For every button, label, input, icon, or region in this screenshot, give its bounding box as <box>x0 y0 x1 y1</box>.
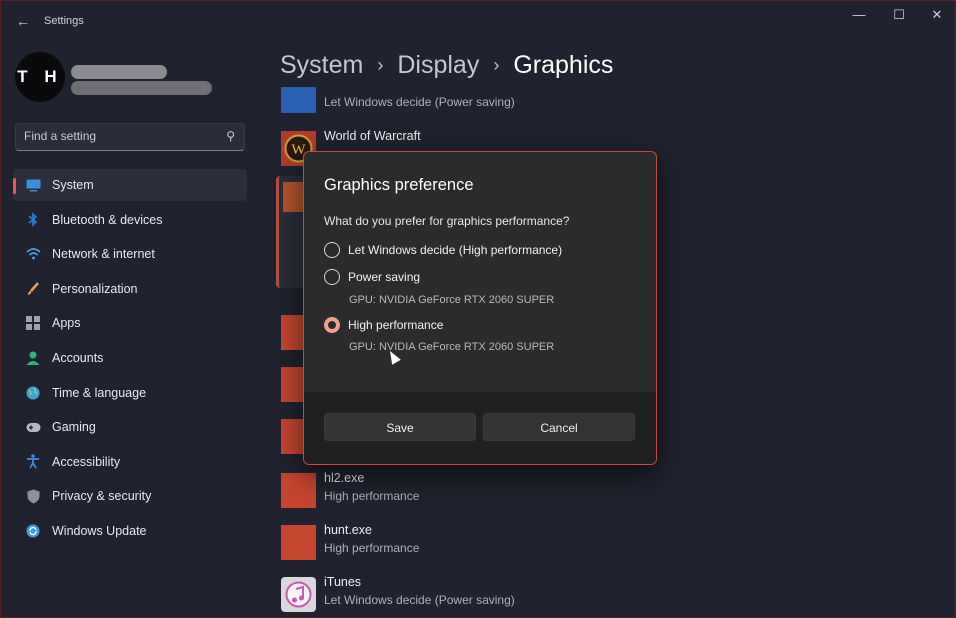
breadcrumb-chevron-icon: › <box>377 55 384 75</box>
sidebar-item-label: Time & language <box>52 385 147 400</box>
gpu-note: GPU: NVIDIA GeForce RTX 2060 SUPER <box>349 294 555 306</box>
list-item[interactable]: Let Windows decide (Power saving) <box>281 85 881 125</box>
sidebar-item-network[interactable]: Network & internet <box>13 238 247 270</box>
breadcrumb-chevron-icon: › <box>493 55 500 75</box>
dialog-question: What do you prefer for graphics performa… <box>324 214 570 228</box>
sidebar-item-label: Apps <box>52 316 81 331</box>
accessibility-icon <box>25 454 41 470</box>
sidebar-item-label: Network & internet <box>52 247 155 262</box>
sidebar-item-label: Bluetooth & devices <box>52 212 163 227</box>
sidebar-nav: System Bluetooth & devices Network & int… <box>13 169 247 550</box>
sidebar-item-gaming[interactable]: Gaming <box>13 411 247 443</box>
sync-icon <box>25 523 41 539</box>
app-preference: Let Windows decide (Power saving) <box>324 95 515 109</box>
app-tile-icon <box>281 87 316 113</box>
list-item[interactable]: hunt.exe High performance <box>281 523 881 563</box>
apps-grid-icon <box>25 315 41 331</box>
list-item[interactable]: iTunes Let Windows decide (Power saving) <box>281 575 881 615</box>
sidebar-item-system[interactable]: System <box>13 169 247 201</box>
sidebar-item-label: Gaming <box>52 420 96 435</box>
sidebar-item-bluetooth[interactable]: Bluetooth & devices <box>13 204 247 236</box>
radio-button-selected[interactable] <box>324 317 340 333</box>
sidebar-item-label: Personalization <box>52 281 138 296</box>
app-preference: Let Windows decide (Power saving) <box>324 593 515 607</box>
settings-window: ← Settings — ☐ ✕ T H ⚲ System Bluetooth … <box>0 0 956 618</box>
sidebar-item-label: Accessibility <box>52 454 121 469</box>
option-label: High performance <box>348 318 444 332</box>
app-preference: High performance <box>324 489 420 503</box>
app-preference: High performance <box>324 541 420 555</box>
option-let-windows-decide[interactable]: Let Windows decide (High performance) <box>324 240 562 260</box>
app-tile-icon <box>281 473 316 508</box>
back-arrow-icon[interactable]: ← <box>13 11 33 31</box>
sidebar-item-personalization[interactable]: Personalization <box>13 273 247 305</box>
option-high-performance[interactable]: High performance <box>324 315 443 335</box>
dialog-footer: Save Cancel <box>304 392 656 464</box>
monitor-icon <box>25 177 41 193</box>
gpu-note: GPU: NVIDIA GeForce RTX 2060 SUPER <box>349 341 555 353</box>
brush-icon <box>25 281 41 297</box>
soldier-game-icon <box>283 182 305 212</box>
maximize-button[interactable]: ☐ <box>879 5 919 25</box>
app-tile-icon <box>281 525 316 560</box>
sidebar-item-windows-update[interactable]: Windows Update <box>13 515 247 547</box>
cancel-button[interactable]: Cancel <box>483 413 635 441</box>
sidebar-item-label: Privacy & security <box>52 489 152 504</box>
dialog-title: Graphics preference <box>324 176 474 194</box>
save-button[interactable]: Save <box>324 413 476 441</box>
breadcrumb-graphics: Graphics <box>513 51 614 79</box>
gamepad-icon <box>25 419 41 435</box>
blurred-user-name <box>71 65 167 79</box>
app-name: iTunes <box>324 575 362 589</box>
app-title: Settings <box>44 15 84 27</box>
close-button[interactable]: ✕ <box>917 5 956 25</box>
sidebar-item-label: System <box>52 178 94 192</box>
radio-button[interactable] <box>324 242 340 258</box>
search-box[interactable]: ⚲ <box>15 123 245 151</box>
sidebar-item-label: Windows Update <box>52 523 147 538</box>
person-icon <box>25 350 41 366</box>
search-icon[interactable]: ⚲ <box>226 129 235 143</box>
option-label: Let Windows decide (High performance) <box>348 243 563 257</box>
sidebar-item-apps[interactable]: Apps <box>13 307 247 339</box>
app-name: World of Warcraft <box>324 129 421 143</box>
itunes-icon <box>281 577 316 612</box>
app-name: hl2.exe <box>324 471 365 485</box>
avatar[interactable]: T H <box>15 52 65 102</box>
minimize-button[interactable]: — <box>839 5 879 25</box>
breadcrumb-display[interactable]: Display <box>397 51 479 80</box>
title-bar: ← Settings — ☐ ✕ <box>1 1 955 41</box>
blurred-user-email <box>71 81 212 95</box>
breadcrumb-system[interactable]: System <box>280 51 363 80</box>
bluetooth-icon <box>25 212 41 228</box>
search-input[interactable] <box>24 129 214 143</box>
sidebar-item-time-language[interactable]: Time & language <box>13 377 247 409</box>
sidebar-item-accessibility[interactable]: Accessibility <box>13 446 247 478</box>
shield-icon <box>25 488 41 504</box>
app-name: hunt.exe <box>324 523 372 537</box>
sidebar-item-privacy-security[interactable]: Privacy & security <box>13 480 247 512</box>
globe-icon <box>25 385 41 401</box>
sidebar-item-accounts[interactable]: Accounts <box>13 342 247 374</box>
wifi-icon <box>25 246 41 262</box>
breadcrumb: System › Display › Graphics <box>280 51 613 80</box>
list-item[interactable]: hl2.exe High performance <box>281 471 881 511</box>
sidebar-item-label: Accounts <box>52 350 104 365</box>
option-power-saving[interactable]: Power saving <box>324 267 420 287</box>
graphics-preference-dialog: Graphics preference What do you prefer f… <box>303 151 657 465</box>
option-label: Power saving <box>348 270 421 284</box>
radio-button[interactable] <box>324 269 340 285</box>
